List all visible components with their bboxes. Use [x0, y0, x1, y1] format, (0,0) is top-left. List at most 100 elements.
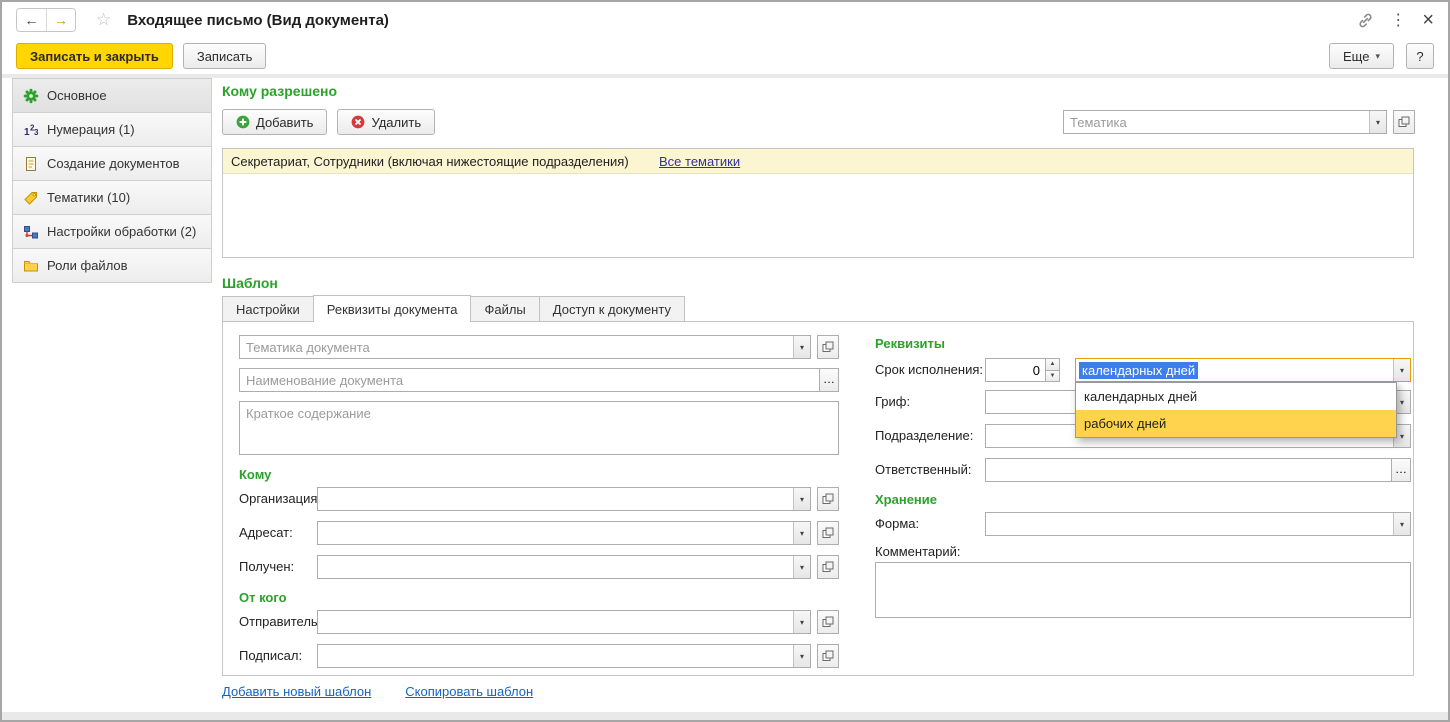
back-button[interactable]: ← [17, 9, 46, 31]
sidebar-item-processing-settings[interactable]: Настройки обработки (2) [12, 214, 212, 249]
template-tabs: Настройки Реквизиты документа Файлы Дост… [222, 295, 684, 322]
delete-row-button[interactable]: Удалить [337, 109, 435, 135]
sidebar-item-topics[interactable]: Тематики (10) [12, 180, 212, 215]
sidebar-item-label: Создание документов [47, 156, 180, 171]
topic-filter-dropdown-button[interactable]: ▾ [1369, 111, 1386, 133]
comment-label: Комментарий: [875, 544, 961, 559]
due-unit-combo[interactable]: календарных дней ▾ [1075, 358, 1411, 382]
close-icon[interactable]: × [1422, 10, 1434, 30]
topic-filter-input[interactable] [1064, 111, 1369, 133]
addressee-input[interactable] [318, 522, 793, 544]
window-bottom-strip [2, 712, 1448, 720]
save-and-close-button[interactable]: Записать и закрыть [16, 43, 173, 69]
tab-document-access[interactable]: Доступ к документу [539, 296, 685, 322]
sender-choose-button[interactable] [817, 610, 839, 634]
allowed-toolbar: Добавить Удалить [222, 109, 435, 135]
sidebar-item-main[interactable]: Основное [12, 78, 212, 113]
sidebar: Основное 1 2 3 Нумерация (1) С [12, 78, 212, 283]
document-topic-input-wrap: ▾ [239, 335, 811, 359]
tab-document-requisites[interactable]: Реквизиты документа [313, 295, 472, 322]
tab-settings[interactable]: Настройки [222, 296, 314, 322]
favorite-star-icon[interactable]: ☆ [96, 10, 111, 30]
sidebar-item-label: Основное [47, 88, 107, 103]
department-label: Подразделение: [875, 428, 973, 443]
storage-header: Хранение [875, 492, 937, 507]
to-section-header: Кому [239, 467, 271, 482]
allowed-section-title: Кому разрешено [222, 83, 337, 99]
addressee-dropdown-button[interactable]: ▾ [793, 522, 810, 544]
responsible-input[interactable] [986, 459, 1391, 481]
comment-textarea[interactable] [875, 562, 1411, 618]
add-plus-icon [236, 115, 250, 129]
spin-down-icon: ▼ [1050, 373, 1056, 379]
due-unit-option-working[interactable]: рабочих дней [1076, 410, 1396, 437]
organization-dropdown-button[interactable]: ▾ [793, 488, 810, 510]
signed-by-choose-button[interactable] [817, 644, 839, 668]
spin-down-button[interactable]: ▼ [1045, 370, 1060, 383]
requisites-panel: ▾ … Кому Организация: ▾ Адресат: [222, 321, 1414, 676]
folder-icon [23, 258, 39, 274]
responsible-field: … [985, 458, 1411, 482]
add-row-button[interactable]: Добавить [222, 109, 327, 135]
more-menu-kebab-icon[interactable]: ⋮ [1390, 10, 1406, 30]
more-button[interactable]: Еще ▾ [1329, 43, 1394, 69]
sender-dropdown-button[interactable]: ▾ [793, 611, 810, 633]
received-input[interactable] [318, 556, 793, 578]
more-button-label: Еще [1343, 49, 1369, 64]
all-topics-link[interactable]: Все тематики [659, 154, 740, 169]
grif-label: Гриф: [875, 394, 910, 409]
signed-by-dropdown-button[interactable]: ▾ [793, 645, 810, 667]
document-name-input[interactable] [240, 369, 819, 391]
sender-label: Отправитель: [239, 614, 321, 629]
help-button[interactable]: ? [1406, 43, 1434, 69]
gear-flower-icon [23, 88, 39, 104]
document-topic-input[interactable] [240, 336, 793, 358]
sidebar-item-numbering[interactable]: 1 2 3 Нумерация (1) [12, 112, 212, 147]
command-bar: Записать и закрыть Записать Еще ▾ ? [2, 38, 1448, 74]
summary-textarea[interactable] [239, 401, 839, 455]
sender-input[interactable] [318, 611, 793, 633]
add-template-link[interactable]: Добавить новый шаблон [222, 684, 371, 699]
signed-by-input-wrap: ▾ [317, 644, 811, 668]
responsible-ellipsis-button[interactable]: … [1391, 458, 1411, 482]
addressee-choose-button[interactable] [817, 521, 839, 545]
document-topic-dropdown-button[interactable]: ▾ [793, 336, 810, 358]
chevron-down-icon: ▾ [1400, 398, 1404, 407]
due-days-input[interactable] [985, 358, 1046, 382]
topic-filter-field: ▾ [1063, 110, 1415, 134]
tab-files[interactable]: Файлы [470, 296, 539, 322]
chevron-down-icon: ▾ [800, 618, 804, 627]
received-label: Получен: [239, 559, 294, 574]
received-field: ▾ [317, 555, 839, 579]
received-choose-button[interactable] [817, 555, 839, 579]
document-topic-field: ▾ [239, 335, 839, 359]
workflow-nodes-icon [23, 224, 39, 240]
sidebar-item-label: Тематики (10) [47, 190, 130, 205]
sidebar-item-label: Нумерация (1) [47, 122, 135, 137]
forward-button[interactable]: → [46, 9, 75, 31]
organization-input[interactable] [318, 488, 793, 510]
command-bar-right: Еще ▾ ? [1329, 43, 1434, 69]
received-dropdown-button[interactable]: ▾ [793, 556, 810, 578]
get-link-icon[interactable] [1357, 12, 1374, 29]
copy-template-link[interactable]: Скопировать шаблон [405, 684, 533, 699]
form-input-wrap: ▾ [985, 512, 1411, 536]
chevron-down-icon: ▾ [1400, 432, 1404, 441]
chevron-down-icon: ▾ [800, 529, 804, 538]
permissions-table-row[interactable]: Секретариат, Сотрудники (включая нижесто… [223, 149, 1413, 174]
sidebar-item-file-roles[interactable]: Роли файлов [12, 248, 212, 283]
topic-filter-choose-button[interactable] [1393, 110, 1415, 134]
form-input[interactable] [986, 513, 1393, 535]
forward-arrow-icon: → [54, 12, 68, 28]
spin-up-icon: ▲ [1050, 361, 1056, 367]
document-name-ellipsis-button[interactable]: … [819, 368, 839, 392]
save-button[interactable]: Записать [183, 43, 267, 69]
form-dropdown-button[interactable]: ▾ [1393, 513, 1410, 535]
from-section-header: От кого [239, 590, 287, 605]
due-unit-dropdown-button[interactable]: ▾ [1393, 359, 1410, 381]
document-topic-choose-button[interactable] [817, 335, 839, 359]
due-unit-option-calendar[interactable]: календарных дней [1076, 383, 1396, 410]
sidebar-item-document-creation[interactable]: Создание документов [12, 146, 212, 181]
organization-choose-button[interactable] [817, 487, 839, 511]
signed-by-input[interactable] [318, 645, 793, 667]
